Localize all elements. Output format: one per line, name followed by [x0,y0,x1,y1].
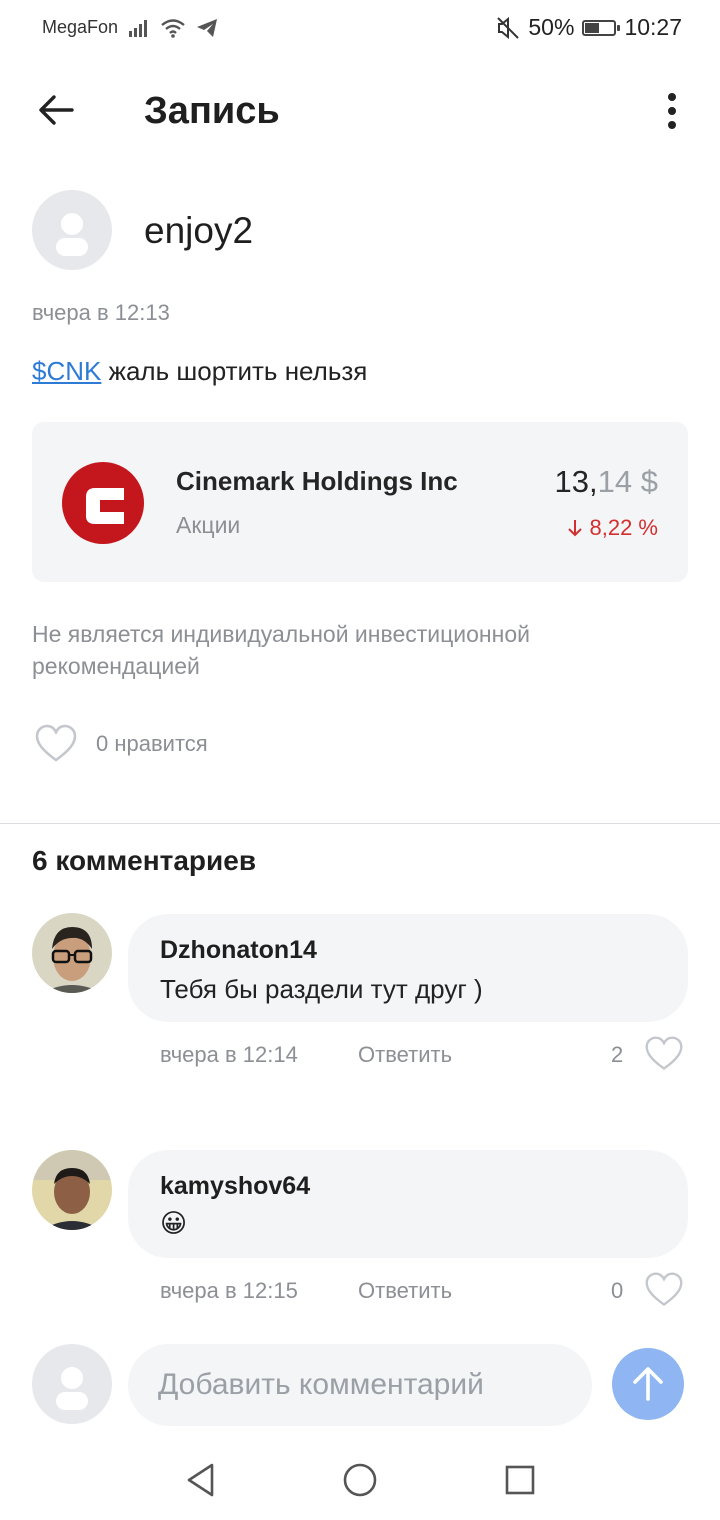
price-fraction: 14 [597,464,633,499]
price-integer: 13, [554,464,598,499]
comment-bubble [128,1150,688,1258]
comment-author[interactable]: kamyshov64 [160,1172,310,1201]
send-button[interactable] [612,1348,684,1420]
like-button[interactable] [34,722,78,766]
system-nav-bar [0,1440,720,1520]
telegram-icon [197,18,218,37]
ticker-link[interactable]: $CNK [32,356,101,386]
price-change-value: 8,22 % [589,515,659,540]
heart-icon [35,724,77,762]
stock-kind: Акции [176,512,241,538]
post-time: вчера в 12:13 [32,300,170,325]
comment-input[interactable] [128,1344,592,1426]
nav-recents-icon[interactable] [504,1464,536,1496]
post-body: жаль шортить нельзя [101,356,368,386]
comment-time: вчера в 12:14 [160,1042,298,1067]
author-name[interactable]: enjoy2 [144,210,253,252]
back-arrow-icon [39,95,74,125]
comment-likes-count: 2 [611,1042,624,1067]
stock-price: 13,14 $ [555,464,658,500]
battery-icon [582,19,621,36]
likes-count: 0 нравится [96,731,208,756]
comment-text: Тебя бы раздели тут друг ) [160,974,483,1004]
comment-time: вчера в 12:15 [160,1278,298,1303]
divider [0,823,720,824]
author-avatar[interactable] [32,190,112,270]
comment-likes-count: 0 [611,1278,624,1303]
my-avatar [32,1344,112,1424]
comment-like-button[interactable] [642,1034,686,1074]
comment-bubble [128,914,688,1022]
comment-avatar[interactable] [32,913,112,993]
reply-button[interactable]: Ответить [358,1278,452,1304]
nav-back-icon[interactable] [184,1462,218,1498]
comments-title: 6 комментариев [32,845,257,876]
carrier-label: MegaFon [42,17,119,37]
wifi-icon [161,18,185,38]
arrow-down-icon [568,520,583,537]
price-currency: $ [640,464,658,499]
user-photo-icon [32,913,112,993]
user-photo-icon [32,1150,112,1230]
more-vertical-icon [668,93,676,129]
reply-button[interactable]: Ответить [358,1042,452,1068]
nav-home-icon[interactable] [342,1462,378,1498]
more-menu-button[interactable] [660,90,684,134]
back-button[interactable] [34,88,78,132]
stock-name: Cinemark Holdings Inc [176,466,458,496]
user-placeholder-icon [56,1367,88,1410]
comment-author[interactable]: Dzhonaton14 [160,936,317,965]
comment-text: 😀 [160,1208,188,1238]
cinemark-logo-icon [62,462,144,544]
page-title: Запись [144,90,280,132]
cinemark-logo [62,462,144,544]
price-change: 8,22 % [567,515,658,541]
battery-percent: 50% [528,14,575,40]
user-placeholder-icon [56,213,88,256]
comment-avatar[interactable] [32,1150,112,1230]
status-bar-left: MegaFon [42,17,218,38]
heart-icon [645,1036,683,1070]
status-bar: MegaFon 50% 10:27 [0,0,720,56]
mute-icon [497,16,520,39]
post-text: $CNK жаль шортить нельзя [32,356,367,387]
clock: 10:27 [624,14,682,40]
signal-icon [129,19,148,37]
arrow-up-icon [633,1367,663,1401]
disclaimer: Не является индивидуальной инвестиционно… [32,621,530,679]
battery-fill [585,22,600,33]
status-bar-right: 50% 10:27 [496,14,682,41]
comment-like-button[interactable] [642,1270,686,1310]
heart-icon [645,1272,683,1306]
